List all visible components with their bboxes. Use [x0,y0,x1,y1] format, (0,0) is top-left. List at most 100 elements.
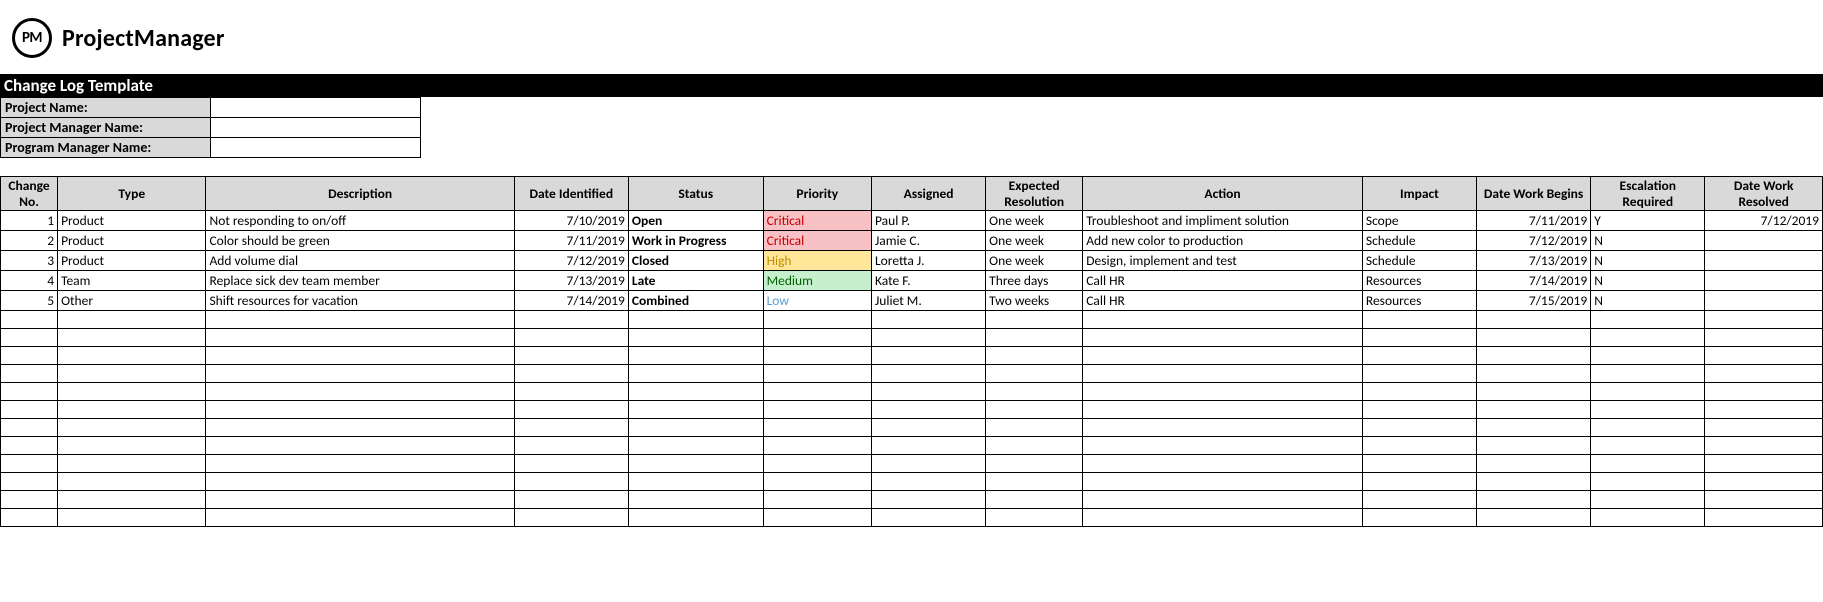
action-cell[interactable]: Add new color to production [1083,231,1363,251]
empty-cell[interactable] [1,329,58,347]
empty-cell[interactable] [872,419,986,437]
empty-cell[interactable] [1705,419,1823,437]
type-cell[interactable]: Product [58,231,206,251]
date-identified-cell[interactable]: 7/14/2019 [514,291,628,311]
empty-cell[interactable] [1362,455,1476,473]
empty-cell[interactable] [872,401,986,419]
impact-cell[interactable]: Scope [1362,211,1476,231]
empty-cell[interactable] [1362,383,1476,401]
empty-cell[interactable] [872,473,986,491]
empty-cell[interactable] [1083,437,1363,455]
date-work-resolved-cell[interactable] [1705,291,1823,311]
empty-cell[interactable] [1705,347,1823,365]
date-work-resolved-cell[interactable] [1705,271,1823,291]
empty-cell[interactable] [763,401,871,419]
description-cell[interactable]: Not responding to on/off [206,211,514,231]
empty-cell[interactable] [1477,437,1591,455]
date-work-begins-cell[interactable]: 7/11/2019 [1477,211,1591,231]
empty-cell[interactable] [986,329,1083,347]
empty-cell[interactable] [514,383,628,401]
empty-cell[interactable] [1591,473,1705,491]
empty-cell[interactable] [58,311,206,329]
empty-cell[interactable] [1362,329,1476,347]
status-cell[interactable]: Work in Progress [628,231,763,251]
empty-cell[interactable] [628,509,763,527]
expected-resolution-cell[interactable]: One week [986,251,1083,271]
empty-cell[interactable] [628,419,763,437]
date-work-begins-cell[interactable]: 7/12/2019 [1477,231,1591,251]
empty-cell[interactable] [986,365,1083,383]
empty-cell[interactable] [1705,437,1823,455]
empty-cell[interactable] [1705,455,1823,473]
empty-cell[interactable] [763,347,871,365]
date-work-begins-cell[interactable]: 7/14/2019 [1477,271,1591,291]
empty-cell[interactable] [1,509,58,527]
column-header[interactable]: Impact [1362,177,1476,211]
empty-cell[interactable] [206,401,514,419]
empty-cell[interactable] [1083,311,1363,329]
empty-cell[interactable] [1083,401,1363,419]
empty-cell[interactable] [514,437,628,455]
escalation-cell[interactable]: N [1591,231,1705,251]
assigned-cell[interactable]: Kate F. [872,271,986,291]
empty-cell[interactable] [763,455,871,473]
empty-cell[interactable] [1,455,58,473]
column-header[interactable]: Expected Resolution [986,177,1083,211]
empty-cell[interactable] [514,365,628,383]
empty-cell[interactable] [206,491,514,509]
empty-cell[interactable] [1362,419,1476,437]
empty-cell[interactable] [628,329,763,347]
empty-cell[interactable] [206,473,514,491]
table-row-empty[interactable] [1,419,1823,437]
empty-cell[interactable] [1362,509,1476,527]
expected-resolution-cell[interactable]: One week [986,231,1083,251]
empty-cell[interactable] [1591,311,1705,329]
empty-cell[interactable] [763,473,871,491]
empty-cell[interactable] [872,311,986,329]
table-row-empty[interactable] [1,347,1823,365]
empty-cell[interactable] [986,473,1083,491]
table-row-empty[interactable] [1,491,1823,509]
empty-cell[interactable] [206,311,514,329]
empty-cell[interactable] [58,491,206,509]
empty-cell[interactable] [986,347,1083,365]
empty-cell[interactable] [1591,491,1705,509]
empty-cell[interactable] [872,347,986,365]
empty-cell[interactable] [1477,491,1591,509]
empty-cell[interactable] [514,329,628,347]
empty-cell[interactable] [1083,491,1363,509]
status-cell[interactable]: Late [628,271,763,291]
empty-cell[interactable] [514,473,628,491]
action-cell[interactable]: Call HR [1083,271,1363,291]
priority-cell[interactable]: Critical [763,231,871,251]
empty-cell[interactable] [1,437,58,455]
empty-cell[interactable] [1705,383,1823,401]
empty-cell[interactable] [206,383,514,401]
empty-cell[interactable] [763,383,871,401]
table-row-empty[interactable] [1,311,1823,329]
empty-cell[interactable] [1591,347,1705,365]
action-cell[interactable]: Call HR [1083,291,1363,311]
empty-cell[interactable] [58,365,206,383]
empty-cell[interactable] [206,455,514,473]
meta-value-cell[interactable] [211,138,421,158]
change-no-cell[interactable]: 1 [1,211,58,231]
type-cell[interactable]: Product [58,251,206,271]
empty-cell[interactable] [1477,329,1591,347]
empty-cell[interactable] [1362,437,1476,455]
empty-cell[interactable] [628,437,763,455]
expected-resolution-cell[interactable]: One week [986,211,1083,231]
impact-cell[interactable]: Schedule [1362,251,1476,271]
empty-cell[interactable] [628,347,763,365]
priority-cell[interactable]: Low [763,291,871,311]
assigned-cell[interactable]: Loretta J. [872,251,986,271]
impact-cell[interactable]: Resources [1362,291,1476,311]
assigned-cell[interactable]: Paul P. [872,211,986,231]
empty-cell[interactable] [58,329,206,347]
empty-cell[interactable] [763,509,871,527]
empty-cell[interactable] [1705,473,1823,491]
empty-cell[interactable] [58,347,206,365]
status-cell[interactable]: Combined [628,291,763,311]
empty-cell[interactable] [763,329,871,347]
action-cell[interactable]: Troubleshoot and impliment solution [1083,211,1363,231]
